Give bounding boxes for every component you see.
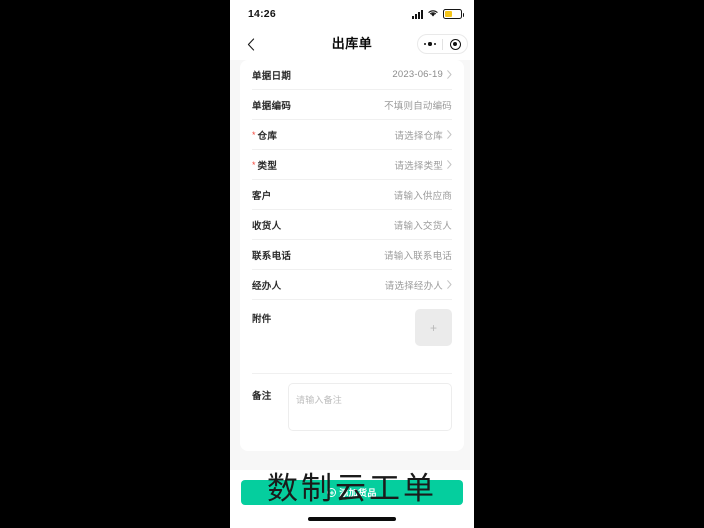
add-goods-button[interactable]: 添加货品 [241,480,463,505]
form-row-document-code[interactable]: 单据编码 不填则自动编码 [252,90,452,120]
row-label: 经办人 [252,280,282,292]
row-label: 附件 [252,314,272,325]
form-row-customer[interactable]: 客户 请输入供应商 [252,180,452,210]
bottom-action-bar: 添加货品 [230,470,474,528]
attachment-upload-button[interactable]: + [415,309,452,346]
row-placeholder: 请输入联系电话 [384,250,452,262]
close-miniprogram-button[interactable] [443,35,467,53]
row-label: 客户 [252,190,272,202]
row-label: 单据编码 [252,100,292,112]
phone-viewport: 14:26 出库单 单据日期 2023-06-19 单据编码 不填则自动编码 *… [230,0,474,528]
screenshot-canvas: 14:26 出库单 单据日期 2023-06-19 单据编码 不填则自动编码 *… [0,0,704,528]
required-asterisk: * [252,160,256,170]
more-menu-button[interactable] [418,35,442,53]
chevron-right-icon [447,280,452,289]
row-label: 收货人 [252,220,282,232]
form-row-type[interactable]: * 类型 请选择类型 [252,150,452,180]
row-placeholder: 不填则自动编码 [384,100,452,112]
form-row-attachment: 附件 + [252,300,452,374]
signal-bars-icon [412,9,423,19]
form-row-document-date[interactable]: 单据日期 2023-06-19 [252,60,452,90]
status-bar: 14:26 [230,0,474,28]
row-placeholder: 请选择类型 [394,160,443,172]
plus-circle-icon [327,488,337,497]
form-card: 单据日期 2023-06-19 单据编码 不填则自动编码 * 仓库 请选择仓库 [240,60,464,451]
form-row-phone[interactable]: 联系电话 请输入联系电话 [252,240,452,270]
row-placeholder: 请输入交货人 [393,220,452,232]
remark-textarea[interactable]: 请输入备注 [288,383,452,431]
home-indicator [308,517,396,521]
miniprogram-capsule [417,34,468,54]
add-goods-label: 添加货品 [339,488,377,498]
form-row-handler[interactable]: 经办人 请选择经办人 [252,270,452,300]
required-asterisk: * [252,130,256,140]
row-label: 联系电话 [252,250,292,262]
more-dots-icon [423,42,437,46]
page-body: 单据日期 2023-06-19 单据编码 不填则自动编码 * 仓库 请选择仓库 [230,60,474,528]
remark-placeholder: 请输入备注 [296,395,343,405]
row-placeholder: 请输入供应商 [393,190,452,202]
target-circle-icon [449,38,461,50]
form-row-warehouse[interactable]: * 仓库 请选择仓库 [252,120,452,150]
row-placeholder: 请选择经办人 [384,280,443,292]
wifi-icon [427,5,439,23]
chevron-right-icon [447,70,452,79]
status-time: 14:26 [248,8,276,20]
form-row-remark: 备注 请输入备注 [252,374,452,451]
row-placeholder: 请选择仓库 [394,130,443,142]
row-label: 类型 [257,160,278,172]
row-label: 单据日期 [252,70,292,82]
row-label: 仓库 [257,130,278,142]
row-value: 2023-06-19 [392,69,443,80]
status-icons [412,5,464,23]
battery-icon [443,9,464,19]
row-label: 备注 [252,391,272,402]
form-row-receiver[interactable]: 收货人 请输入交货人 [252,210,452,240]
nav-bar: 出库单 [230,28,474,60]
plus-icon: + [429,320,437,335]
chevron-right-icon [447,160,452,169]
chevron-right-icon [447,130,452,139]
